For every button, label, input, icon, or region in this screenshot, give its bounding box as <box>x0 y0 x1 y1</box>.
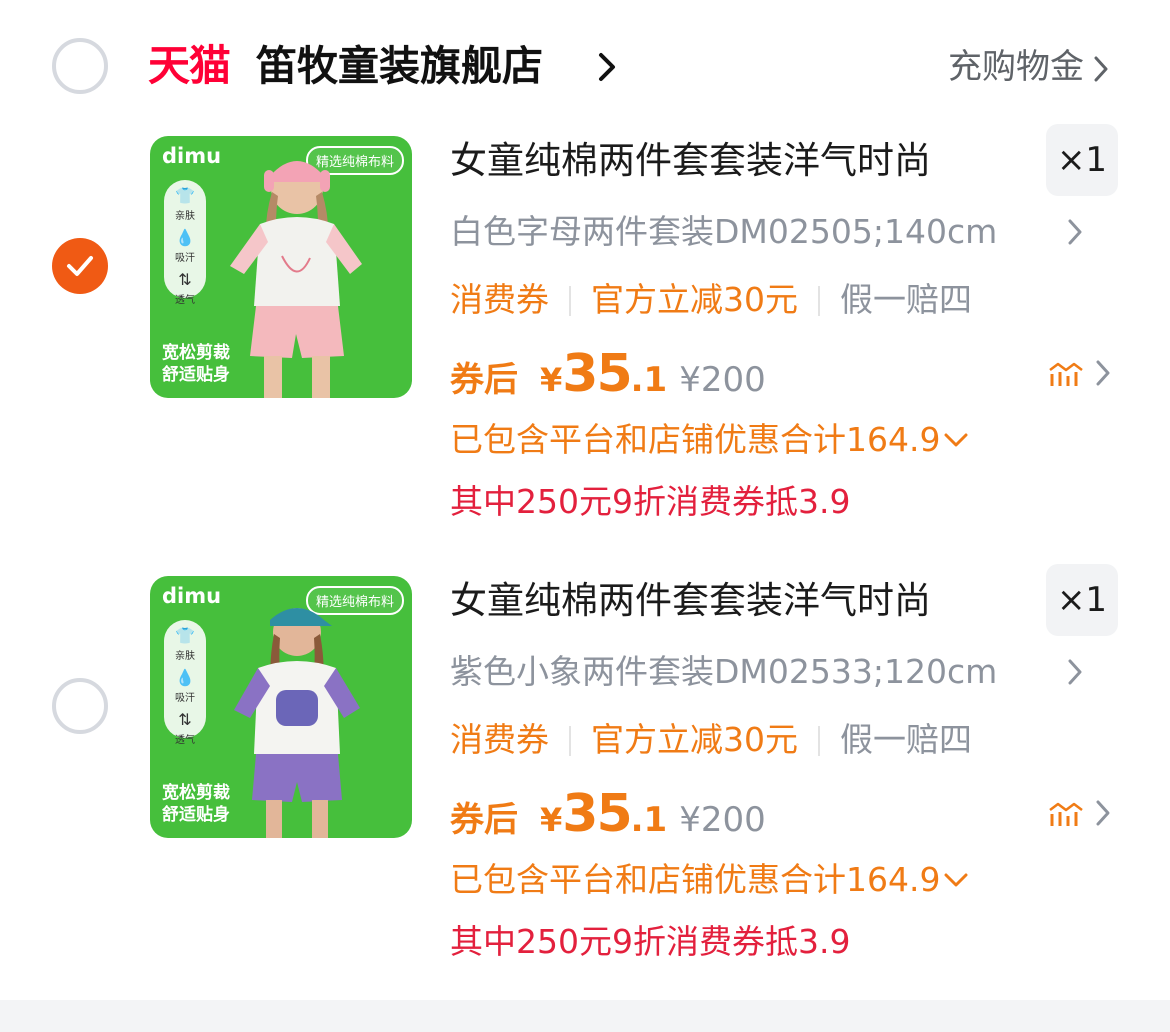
tag-divider <box>818 726 820 756</box>
quantity-badge[interactable]: ×1 <box>1046 564 1118 636</box>
tag-divider <box>569 726 571 756</box>
price-trend-icon[interactable] <box>1048 798 1112 828</box>
model-photo <box>234 608 360 838</box>
airflow-icon: ⇅ <box>178 270 192 289</box>
tag-divider <box>818 286 820 316</box>
feature-label: 吸汗 <box>175 693 195 704</box>
feature-label: 透气 <box>175 735 195 746</box>
price-currency: ¥ <box>540 361 563 399</box>
quantity-badge[interactable]: ×1 <box>1046 124 1118 196</box>
price-decimal: .1 <box>630 800 668 840</box>
price-prefix: 券后 <box>450 800 518 840</box>
discount-summary[interactable]: 已包含平台和店铺优惠合计164.9 <box>450 418 968 462</box>
coupon-note: 其中250元9折消费券抵3.9 <box>450 922 851 961</box>
shop-select-radio[interactable] <box>52 38 108 94</box>
chevron-down-icon[interactable] <box>944 873 968 887</box>
shirt-icon: 👕 <box>175 626 195 645</box>
product-image[interactable]: dimu 精选纯棉布料 👕 亲肤 💧 吸汗 ⇅ 透气 宽松剪裁 舒适贴身 <box>150 576 412 838</box>
feature-column: 👕 亲肤 💧 吸汗 ⇅ 透气 <box>164 180 206 306</box>
feature-label: 亲肤 <box>175 211 195 222</box>
shop-header: 天猫 笛牧童装旗舰店 充购物金 <box>0 0 1170 130</box>
promo-tag: 官方立减30元 <box>591 280 798 319</box>
price-decimal: .1 <box>630 360 668 400</box>
product-title[interactable]: 女童纯棉两件套套装洋气时尚 <box>450 136 931 186</box>
promo-tags: 消费券 官方立减30元 假一赔四 <box>450 278 972 322</box>
chevron-right-icon[interactable] <box>1094 56 1108 82</box>
discount-summary[interactable]: 已包含平台和店铺优惠合计164.9 <box>450 858 968 902</box>
model-photo <box>230 161 362 398</box>
promo-tag: 假一赔四 <box>840 720 972 759</box>
original-price: ¥200 <box>679 360 766 400</box>
promo-tag: 假一赔四 <box>840 280 972 319</box>
price-row: 券后 ¥35.1 ¥200 <box>450 344 766 404</box>
droplet-icon: 💧 <box>175 228 195 247</box>
price-prefix: 券后 <box>450 360 518 400</box>
section-divider <box>0 1000 1170 1032</box>
chevron-right-icon[interactable] <box>598 52 616 82</box>
tag-divider <box>569 286 571 316</box>
checkmark-icon <box>67 256 93 276</box>
price-row: 券后 ¥35.1 ¥200 <box>450 784 766 844</box>
product-title[interactable]: 女童纯棉两件套套装洋气时尚 <box>450 576 931 626</box>
feature-label: 吸汗 <box>175 253 195 264</box>
price-integer: 35 <box>562 784 632 844</box>
sku-selector[interactable]: 白色字母两件套装DM02505;140cm <box>450 210 997 254</box>
original-price: ¥200 <box>679 800 766 840</box>
chevron-right-icon[interactable] <box>1068 219 1082 245</box>
promo-tags: 消费券 官方立减30元 假一赔四 <box>450 718 972 762</box>
promo-tag: 官方立减30元 <box>591 720 798 759</box>
coupon-note: 其中250元9折消费券抵3.9 <box>450 482 851 521</box>
item-select-radio[interactable] <box>52 238 108 294</box>
price-trend-icon[interactable] <box>1048 358 1112 388</box>
promo-tag: 消费券 <box>450 720 549 759</box>
feature-label: 亲肤 <box>175 651 195 662</box>
item-select-radio[interactable] <box>52 678 108 734</box>
tmall-logo: 天猫 <box>148 41 231 90</box>
feature-label: 透气 <box>175 295 195 306</box>
topup-link[interactable]: 充购物金 <box>948 44 1084 90</box>
shop-name[interactable]: 笛牧童装旗舰店 <box>256 40 543 92</box>
chevron-down-icon[interactable] <box>944 433 968 447</box>
product-image[interactable]: dimu 精选纯棉布料 👕 亲肤 💧 吸汗 ⇅ 透气 宽松剪裁 舒适贴身 <box>150 136 412 398</box>
image-slogan: 宽松剪裁 舒适贴身 <box>162 783 230 825</box>
airflow-icon: ⇅ <box>178 710 192 729</box>
sku-selector[interactable]: 紫色小象两件套装DM02533;120cm <box>450 650 997 694</box>
image-slogan: 宽松剪裁 舒适贴身 <box>162 343 230 385</box>
price-integer: 35 <box>562 344 632 404</box>
price-currency: ¥ <box>540 801 563 839</box>
feature-column: 👕 亲肤 💧 吸汗 ⇅ 透气 <box>164 620 206 746</box>
chevron-right-icon[interactable] <box>1068 659 1082 685</box>
promo-tag: 消费券 <box>450 280 549 319</box>
droplet-icon: 💧 <box>175 668 195 687</box>
shirt-icon: 👕 <box>175 186 195 205</box>
